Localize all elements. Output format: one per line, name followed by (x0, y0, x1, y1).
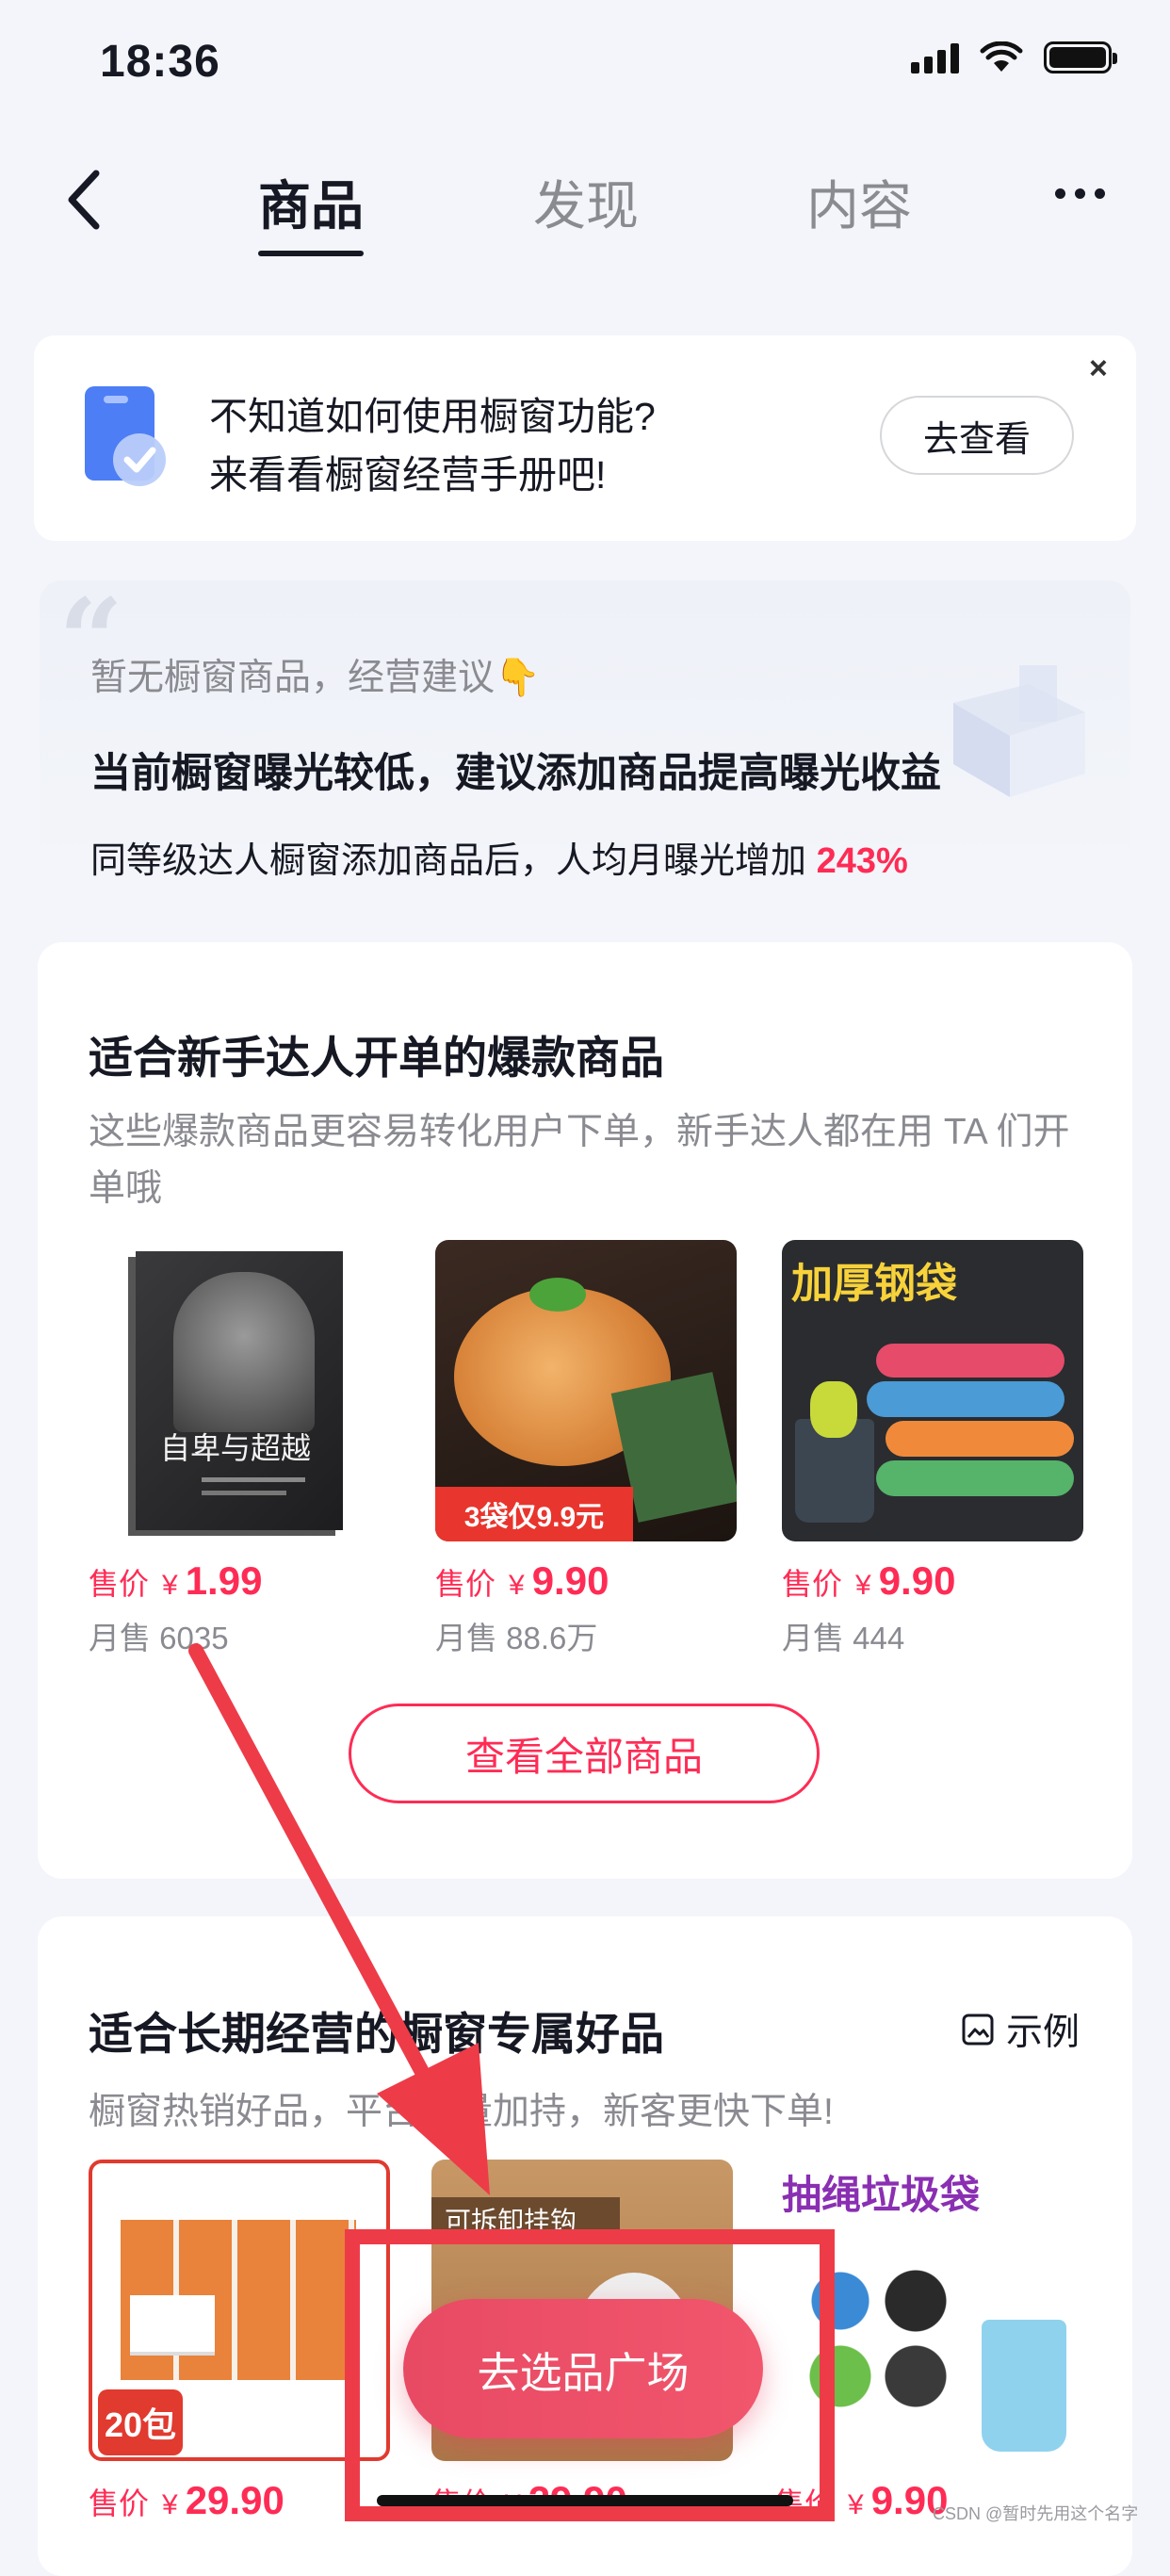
watermark: CSDN @暂时先用这个名字 (933, 2504, 1139, 2523)
home-indicator[interactable] (377, 2495, 793, 2506)
go-selection-square-button[interactable]: 去选品广场 (403, 2299, 763, 2438)
annotation-arrow (188, 1643, 490, 2195)
